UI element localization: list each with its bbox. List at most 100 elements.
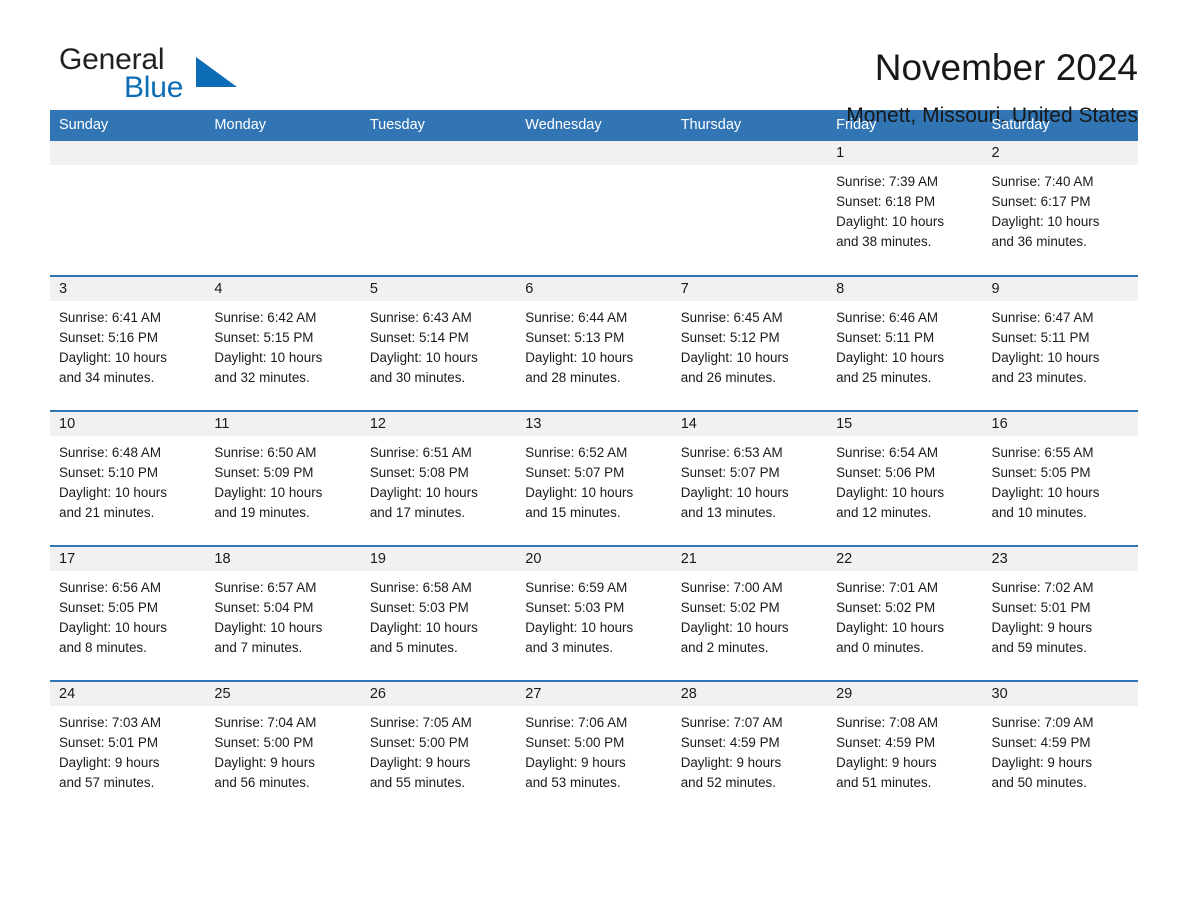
day-number bbox=[205, 141, 361, 165]
brand-logo: General Blue bbox=[50, 44, 300, 110]
calendar-day-cell[interactable]: 15 Sunrise: 6:54 AM Sunset: 5:06 PM Dayligh… bbox=[827, 410, 983, 546]
calendar-day-cell[interactable]: 29 Sunrise: 7:08 AM Sunset: 4:59 PM Dayligh… bbox=[827, 680, 983, 816]
day-number: 21 bbox=[671, 547, 828, 571]
daylight-duration-line1: Daylight: 9 hours bbox=[991, 755, 1093, 770]
blue-triangle-flag-icon bbox=[196, 57, 237, 87]
calendar-day-cell[interactable]: 25 Sunrise: 7:04 AM Sunset: 5:00 PM Dayligh… bbox=[205, 680, 361, 816]
day-details: Sunrise: 6:43 AM Sunset: 5:14 PM Daylight:… bbox=[361, 301, 516, 388]
day-number: 28 bbox=[671, 682, 828, 706]
calendar-day-cell[interactable]: 2 Sunrise: 7:40 AM Sunset: 6:17 PM Daylight… bbox=[982, 141, 1138, 276]
daylight-duration-line2: and 59 minutes. bbox=[991, 640, 1087, 655]
calendar-day-cell[interactable]: 6 Sunrise: 6:44 AM Sunset: 5:13 PM Daylight… bbox=[516, 275, 672, 411]
day-number: 4 bbox=[205, 277, 361, 301]
daylight-duration-line2: and 30 minutes. bbox=[369, 370, 466, 385]
daylight-duration-line1: Daylight: 10 hours bbox=[991, 350, 1100, 365]
day-number: 16 bbox=[982, 412, 1138, 436]
weekday-header-wednesday: Wednesday bbox=[516, 110, 672, 141]
day-details: Sunrise: 6:51 AM Sunset: 5:08 PM Daylight:… bbox=[361, 436, 516, 523]
day-details: Sunrise: 6:58 AM Sunset: 5:03 PM Daylight:… bbox=[361, 571, 516, 658]
sunset-time: Sunset: 4:59 PM bbox=[991, 735, 1091, 750]
sunrise-time: Sunrise: 7:01 AM bbox=[836, 580, 939, 595]
calendar-day-cell[interactable]: 1 Sunrise: 7:39 AM Sunset: 6:18 PM Daylight… bbox=[827, 141, 983, 276]
calendar-day-cell[interactable]: 5 Sunrise: 6:43 AM Sunset: 5:14 PM Daylight… bbox=[360, 275, 517, 411]
day-number bbox=[671, 141, 828, 165]
sunset-time: Sunset: 5:02 PM bbox=[680, 600, 780, 615]
day-number: 3 bbox=[50, 277, 206, 301]
calendar-day-cell[interactable]: 28 Sunrise: 7:07 AM Sunset: 4:59 PM Dayligh… bbox=[671, 680, 828, 816]
calendar-day-cell[interactable]: 24 Sunrise: 7:03 AM Sunset: 5:01 PM Dayligh… bbox=[50, 680, 206, 816]
daylight-duration-line2: and 7 minutes. bbox=[214, 640, 303, 655]
calendar-day-cell[interactable]: 17 Sunrise: 6:56 AM Sunset: 5:05 PM Dayligh… bbox=[50, 545, 206, 681]
sunrise-time: Sunrise: 6:58 AM bbox=[369, 580, 472, 595]
day-details: Sunrise: 7:06 AM Sunset: 5:00 PM Daylight:… bbox=[516, 706, 671, 793]
sunset-time: Sunset: 6:17 PM bbox=[991, 194, 1091, 209]
sunrise-time: Sunrise: 7:02 AM bbox=[991, 580, 1094, 595]
daylight-duration-line2: and 5 minutes. bbox=[369, 640, 458, 655]
calendar-day-cell[interactable]: 11 Sunrise: 6:50 AM Sunset: 5:09 PM Dayligh… bbox=[205, 410, 361, 546]
sunrise-time: Sunrise: 6:47 AM bbox=[991, 310, 1094, 325]
calendar-day-cell[interactable]: 23 Sunrise: 7:02 AM Sunset: 5:01 PM Dayligh… bbox=[982, 545, 1138, 681]
daylight-duration-line2: and 12 minutes. bbox=[836, 505, 932, 520]
sunset-time: Sunset: 5:03 PM bbox=[369, 600, 469, 615]
page-title: November 2024 bbox=[874, 47, 1138, 88]
page-header: General Blue November 2024 Monett, Misso… bbox=[50, 0, 1138, 128]
calendar-day-cell[interactable]: 16 Sunrise: 6:55 AM Sunset: 5:05 PM Dayligh… bbox=[982, 410, 1138, 546]
calendar-day-cell[interactable]: 26 Sunrise: 7:05 AM Sunset: 5:00 PM Dayligh… bbox=[360, 680, 517, 816]
daylight-duration-line1: Daylight: 10 hours bbox=[836, 620, 945, 635]
sunrise-time: Sunrise: 6:44 AM bbox=[525, 310, 628, 325]
calendar-day-cell[interactable]: 8 Sunrise: 6:46 AM Sunset: 5:11 PM Daylight… bbox=[827, 275, 983, 411]
sunset-time: Sunset: 5:08 PM bbox=[369, 465, 469, 480]
sunrise-time: Sunrise: 6:51 AM bbox=[369, 445, 472, 460]
sunrise-time: Sunrise: 6:46 AM bbox=[836, 310, 939, 325]
calendar-day-cell[interactable]: 12 Sunrise: 6:51 AM Sunset: 5:08 PM Dayligh… bbox=[360, 410, 517, 546]
daylight-duration-line2: and 26 minutes. bbox=[680, 370, 776, 385]
sunset-time: Sunset: 5:01 PM bbox=[991, 600, 1091, 615]
day-number: 20 bbox=[516, 547, 672, 571]
daylight-duration-line1: Daylight: 10 hours bbox=[525, 485, 634, 500]
calendar-day-cell[interactable]: 14 Sunrise: 6:53 AM Sunset: 5:07 PM Dayligh… bbox=[671, 410, 828, 546]
sunset-time: Sunset: 5:02 PM bbox=[836, 600, 936, 615]
sunrise-time: Sunrise: 7:08 AM bbox=[836, 715, 939, 730]
daylight-duration-line1: Daylight: 10 hours bbox=[680, 485, 789, 500]
daylight-duration-line1: Daylight: 10 hours bbox=[59, 620, 167, 635]
daylight-duration-line1: Daylight: 9 hours bbox=[369, 755, 471, 770]
weekday-header-monday: Monday bbox=[205, 110, 361, 141]
calendar-day-cell[interactable]: 18 Sunrise: 6:57 AM Sunset: 5:04 PM Dayligh… bbox=[205, 545, 361, 681]
daylight-duration-line2: and 10 minutes. bbox=[991, 505, 1087, 520]
calendar-day-cell[interactable]: 7 Sunrise: 6:45 AM Sunset: 5:12 PM Daylight… bbox=[671, 275, 828, 411]
sunrise-time: Sunrise: 6:42 AM bbox=[214, 310, 317, 325]
day-number bbox=[50, 141, 206, 165]
day-details: Sunrise: 6:50 AM Sunset: 5:09 PM Daylight:… bbox=[205, 436, 360, 523]
calendar-day-cell-empty bbox=[205, 141, 361, 276]
daylight-duration-line2: and 56 minutes. bbox=[214, 775, 310, 790]
day-details: Sunrise: 6:57 AM Sunset: 5:04 PM Daylight:… bbox=[205, 571, 360, 658]
calendar-day-cell[interactable]: 22 Sunrise: 7:01 AM Sunset: 5:02 PM Dayligh… bbox=[827, 545, 983, 681]
calendar-day-cell[interactable]: 10 Sunrise: 6:48 AM Sunset: 5:10 PM Dayligh… bbox=[50, 410, 206, 546]
day-number: 19 bbox=[360, 547, 517, 571]
calendar-day-cell[interactable]: 19 Sunrise: 6:58 AM Sunset: 5:03 PM Dayligh… bbox=[360, 545, 517, 681]
daylight-duration-line1: Daylight: 10 hours bbox=[214, 485, 323, 500]
day-number: 13 bbox=[516, 412, 672, 436]
day-details: Sunrise: 6:46 AM Sunset: 5:11 PM Daylight:… bbox=[827, 301, 982, 388]
calendar-day-cell[interactable]: 3 Sunrise: 6:41 AM Sunset: 5:16 PM Daylight… bbox=[50, 275, 206, 411]
sunset-time: Sunset: 5:15 PM bbox=[214, 330, 314, 345]
day-details: Sunrise: 7:07 AM Sunset: 4:59 PM Daylight:… bbox=[672, 706, 827, 793]
calendar-week-row: 1 Sunrise: 7:39 AM Sunset: 6:18 PM Daylight… bbox=[50, 141, 1138, 276]
sunrise-time: Sunrise: 7:03 AM bbox=[59, 715, 161, 730]
daylight-duration-line1: Daylight: 10 hours bbox=[369, 350, 478, 365]
daylight-duration-line1: Daylight: 10 hours bbox=[836, 350, 945, 365]
calendar-day-cell[interactable]: 27 Sunrise: 7:06 AM Sunset: 5:00 PM Dayligh… bbox=[516, 680, 672, 816]
day-number: 6 bbox=[516, 277, 672, 301]
calendar-week-row: 10 Sunrise: 6:48 AM Sunset: 5:10 PM Dayligh… bbox=[50, 410, 1138, 546]
calendar-day-cell[interactable]: 9 Sunrise: 6:47 AM Sunset: 5:11 PM Daylight… bbox=[982, 275, 1138, 411]
daylight-duration-line1: Daylight: 10 hours bbox=[680, 350, 789, 365]
calendar-day-cell[interactable]: 4 Sunrise: 6:42 AM Sunset: 5:15 PM Daylight… bbox=[205, 275, 361, 411]
calendar-day-cell[interactable]: 13 Sunrise: 6:52 AM Sunset: 5:07 PM Dayligh… bbox=[516, 410, 672, 546]
calendar-day-cell[interactable]: 20 Sunrise: 6:59 AM Sunset: 5:03 PM Dayligh… bbox=[516, 545, 672, 681]
day-number: 15 bbox=[827, 412, 983, 436]
calendar-day-cell[interactable]: 30 Sunrise: 7:09 AM Sunset: 4:59 PM Dayligh… bbox=[982, 680, 1138, 816]
day-number: 11 bbox=[205, 412, 361, 436]
calendar-day-cell[interactable]: 21 Sunrise: 7:00 AM Sunset: 5:02 PM Dayligh… bbox=[671, 545, 828, 681]
day-details: Sunrise: 7:39 AM Sunset: 6:18 PM Daylight:… bbox=[827, 165, 982, 252]
day-number: 1 bbox=[827, 141, 983, 165]
